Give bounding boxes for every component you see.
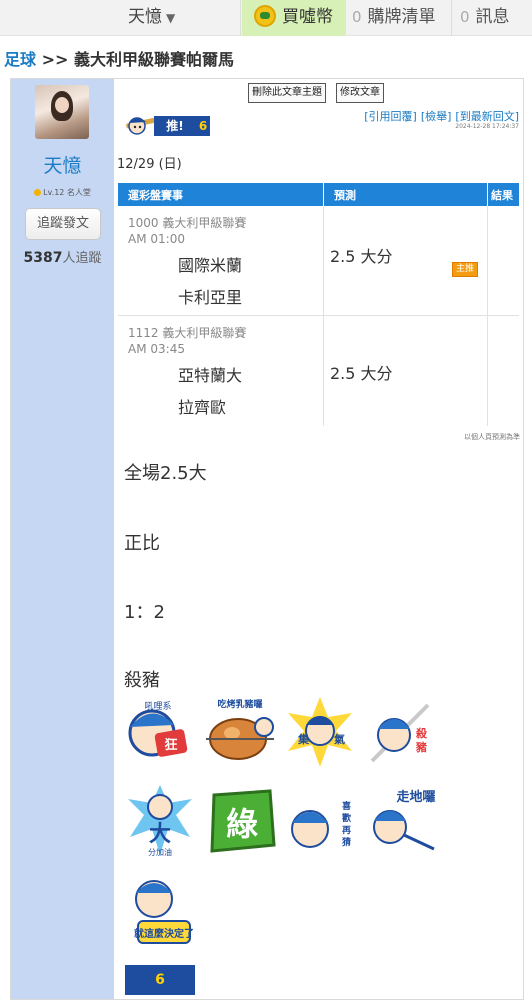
baseball-player-sticker: 就這麼決定了 (134, 880, 194, 944)
home-team: 國際米蘭 (178, 256, 243, 275)
cheer-sticker: 大 分加油 (128, 785, 192, 857)
author-sidebar: 天憶 Lv.12 名人堂 追蹤發文 5387人追蹤 (11, 79, 114, 999)
featured-pick-badge: 主推 (452, 262, 478, 277)
baseball-player-sticker: 殺 豬 (370, 703, 430, 763)
svg-text:集: 集 (297, 732, 310, 746)
report-link[interactable]: [檢舉] (421, 110, 452, 123)
quote-reply-link[interactable]: [引用回覆] (364, 110, 417, 123)
nav-divider (240, 0, 241, 36)
post-line: 全場2.5大 (124, 463, 207, 484)
top-navigation-bar: 天憶 ▼ 買噓幣 0 購牌清單 0 訊息 (0, 0, 532, 36)
match-prediction: 2.5 大分 (330, 364, 393, 383)
post-line: 殺豬 (124, 670, 160, 691)
svg-text:喜: 喜 (342, 800, 351, 812)
cart-label: 購牌清單 (367, 7, 436, 27)
breadcrumb-separator: >> (36, 50, 74, 69)
chevron-down-icon: ▼ (166, 11, 176, 25)
messages-label: 訊息 (475, 7, 510, 27)
baseball-player-sticker: 走地囉 (373, 789, 436, 851)
svg-text:就這麼決定了: 就這麼決定了 (134, 927, 194, 940)
followers-number: 5387 (23, 250, 63, 266)
avatar[interactable] (35, 85, 89, 139)
svg-text:狂: 狂 (164, 737, 177, 753)
coin-icon (254, 5, 276, 27)
latest-reply-link[interactable]: [到最新回文] (455, 110, 519, 123)
match-time: AM 03:45 (128, 342, 185, 356)
svg-text:猜: 猜 (341, 836, 351, 848)
svg-text:再: 再 (342, 825, 351, 836)
table-header: 運彩盤賽事 預測 結果 (118, 183, 519, 206)
follow-button[interactable]: 追蹤發文 (25, 208, 101, 240)
delete-topic-button[interactable]: 刪除此文章主題 (248, 83, 326, 103)
post-line: 正比 (124, 533, 160, 554)
table-row: 1000 義大利甲級聯賽 AM 01:00 國際米蘭 卡利亞里 2.5 大分 主… (118, 206, 519, 316)
followers-count: 5387人追蹤 (11, 247, 114, 266)
green-sticker: 綠 (210, 789, 276, 853)
post-timestamp: 2024-12-28 17:24:37 (455, 123, 519, 130)
svg-text:殺: 殺 (415, 726, 428, 740)
user-menu-label: 天憶 (128, 7, 162, 27)
nav-divider (451, 0, 452, 36)
column-header-match: 運彩盤賽事 (128, 189, 183, 202)
column-header-result: 結果 (491, 189, 513, 202)
author-level: Lv.12 名人堂 (11, 187, 114, 198)
svg-text:豬: 豬 (415, 740, 427, 754)
level-medal-icon (34, 189, 42, 196)
push-button[interactable]: 推! 6 (124, 111, 210, 137)
svg-text:綠: 綠 (226, 805, 258, 843)
purchase-list-link[interactable]: 0 購牌清單 (352, 0, 436, 36)
match-league: 1000 義大利甲級聯賽 (128, 216, 247, 230)
post-line: 1：2 (124, 602, 165, 623)
push-count-box[interactable]: 6 (125, 965, 195, 995)
message-count: 0 (460, 8, 470, 26)
reply-links: [引用回覆] [檢舉] [到最新回文] (360, 108, 519, 124)
svg-text:氣: 氣 (334, 732, 345, 746)
svg-text:吃烤乳豬囉: 吃烤乳豬囉 (217, 698, 262, 710)
push-label: 推! (154, 116, 196, 136)
match-time: AM 01:00 (128, 232, 185, 246)
table-row: 1112 義大利甲級聯賽 AM 03:45 亞特蘭大 拉齊歐 2.5 大分 (118, 316, 519, 426)
baseball-player-sticker: 狂 吼哩系 (128, 701, 188, 757)
match-league: 1112 義大利甲級聯賽 (128, 326, 247, 340)
svg-text:分加油: 分加油 (148, 847, 172, 857)
author-level-label: Lv.12 名人堂 (43, 188, 91, 197)
match-prediction: 2.5 大分 (330, 247, 393, 266)
prediction-table: 運彩盤賽事 預測 結果 1000 義大利甲級聯賽 AM 01:00 國際米蘭 卡… (118, 183, 519, 426)
user-menu[interactable]: 天憶 ▼ (128, 0, 175, 36)
post-frame: 天憶 Lv.12 名人堂 追蹤發文 5387人追蹤 刪除此文章主題 修改文章 推… (10, 78, 524, 1000)
buy-coins-button[interactable]: 買噓幣 (242, 0, 346, 36)
post-content: 刪除此文章主題 修改文章 推! 6 [引用回覆] [檢舉] [到最新回文] 2024… (114, 79, 523, 999)
svg-text:大: 大 (149, 822, 171, 847)
edit-post-button[interactable]: 修改文章 (336, 83, 384, 103)
breadcrumb: 足球 >> 義大利甲級聯賽帕爾馬 (4, 46, 234, 70)
svg-text:歡: 歡 (341, 812, 351, 824)
baseball-player-sticker: 喜 歡 再 猜 (291, 800, 351, 848)
cart-count: 0 (352, 8, 362, 26)
followers-label: 人追蹤 (62, 251, 102, 266)
svg-text:走地囉: 走地囉 (396, 789, 435, 805)
away-team: 卡利亞里 (178, 288, 243, 307)
focus-sticker: 集 氣 (288, 697, 352, 767)
author-name[interactable]: 天憶 (11, 151, 114, 178)
svg-text:吼哩系: 吼哩系 (144, 701, 171, 712)
post-date: 12/29 (日) (117, 157, 182, 172)
buy-coins-label: 買噓幣 (282, 7, 333, 27)
column-header-prediction: 預測 (334, 189, 356, 202)
home-team: 亞特蘭大 (178, 366, 243, 385)
push-count: 6 (196, 116, 210, 136)
disclaimer-note: 以個人頁預測為準 (464, 433, 520, 441)
breadcrumb-link-soccer[interactable]: 足球 (4, 50, 36, 69)
messages-link[interactable]: 0 訊息 (460, 0, 510, 36)
roast-pig-sticker: 吃烤乳豬囉 (206, 698, 274, 760)
away-team: 拉齊歐 (178, 398, 227, 417)
page-title: 義大利甲級聯賽帕爾馬 (73, 50, 234, 69)
